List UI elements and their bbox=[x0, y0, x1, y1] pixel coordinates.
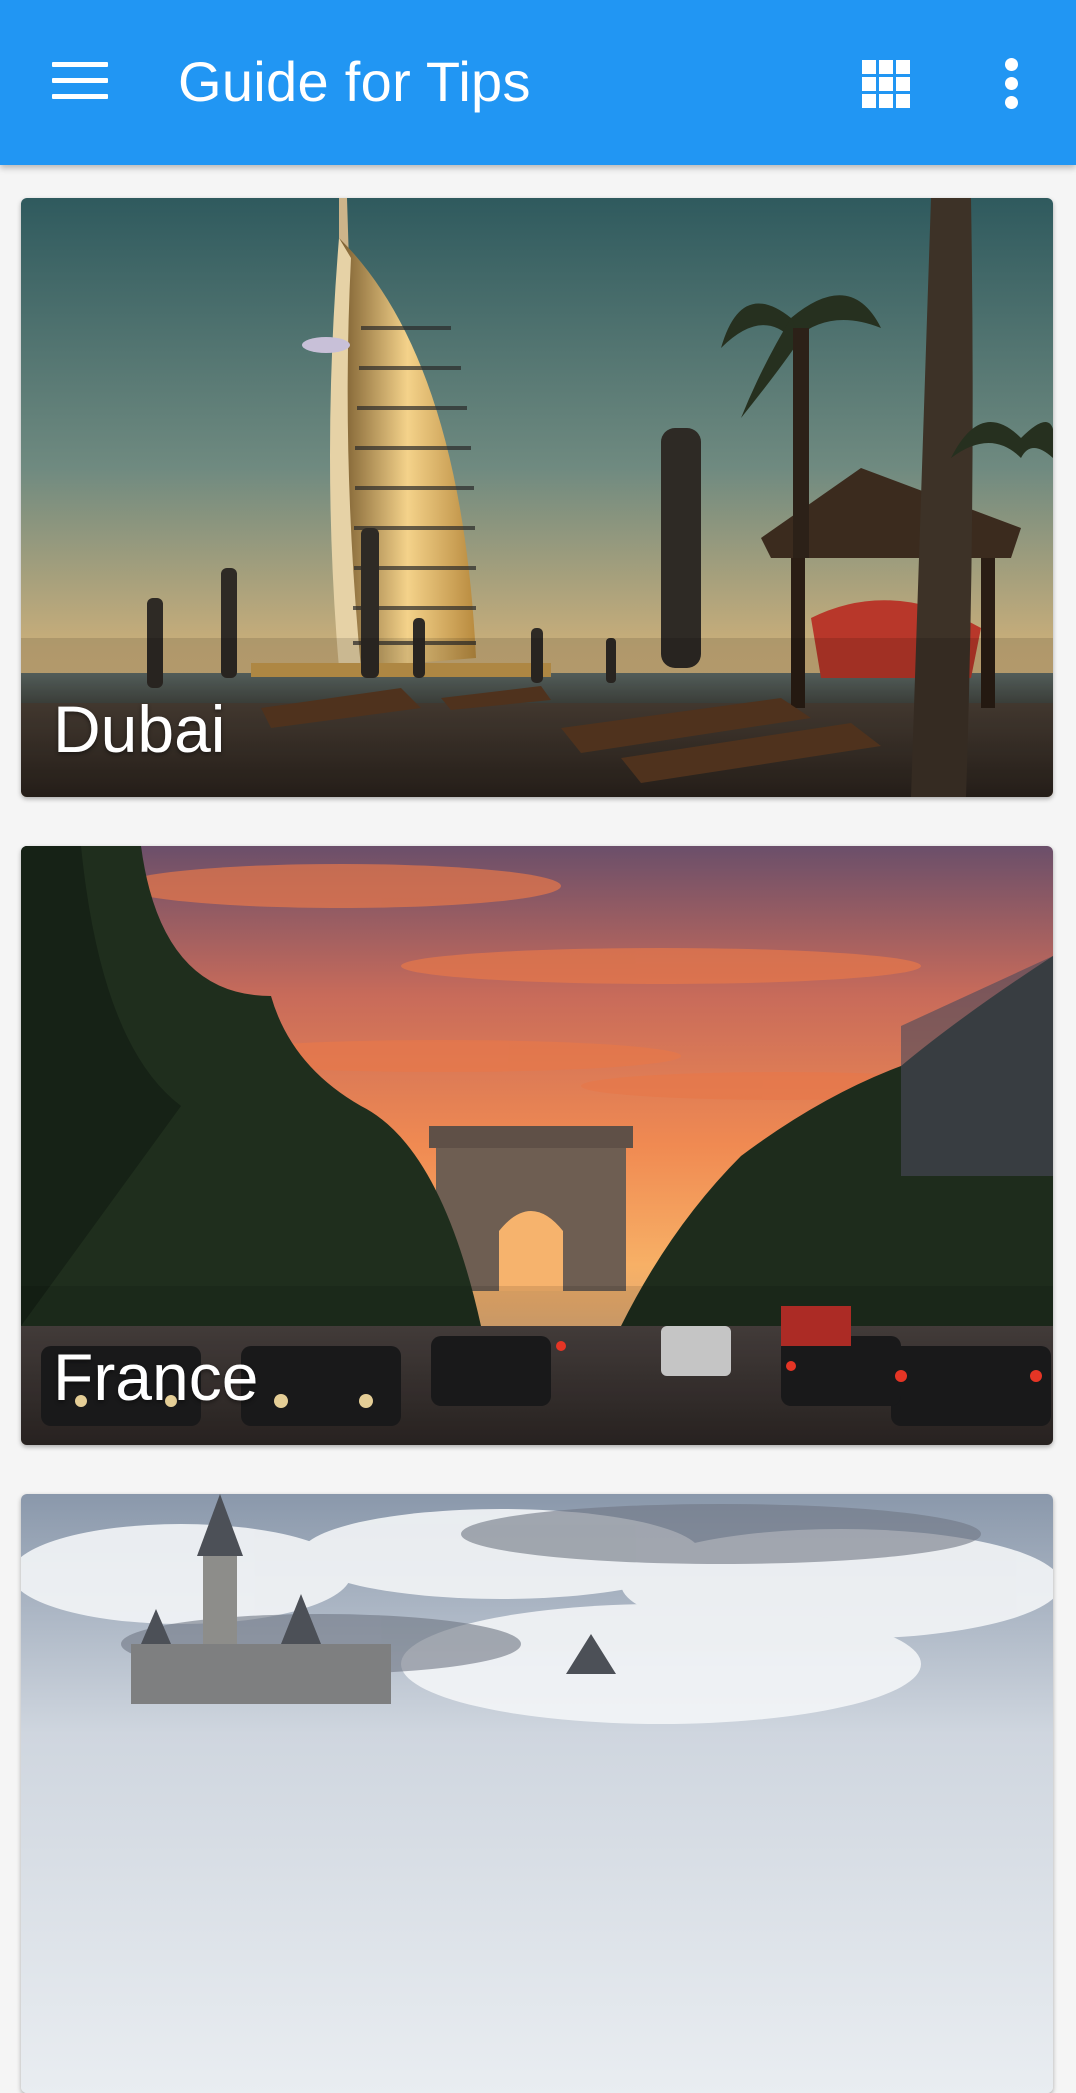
card-label-dubai: Dubai bbox=[53, 692, 226, 766]
app-title: Guide for Tips bbox=[178, 50, 531, 113]
destination-card-castle[interactable] bbox=[21, 1494, 1053, 2093]
destination-card-dubai[interactable]: Dubai bbox=[21, 198, 1053, 797]
hamburger-menu-icon[interactable] bbox=[44, 52, 116, 108]
app-bar: Guide for Tips bbox=[0, 0, 1076, 165]
card-label-france: France bbox=[53, 1340, 259, 1414]
castle-photo bbox=[21, 1494, 1053, 2093]
more-vert-icon[interactable] bbox=[985, 50, 1037, 118]
grid-view-icon[interactable] bbox=[852, 50, 920, 118]
destination-card-france[interactable]: France bbox=[21, 846, 1053, 1445]
